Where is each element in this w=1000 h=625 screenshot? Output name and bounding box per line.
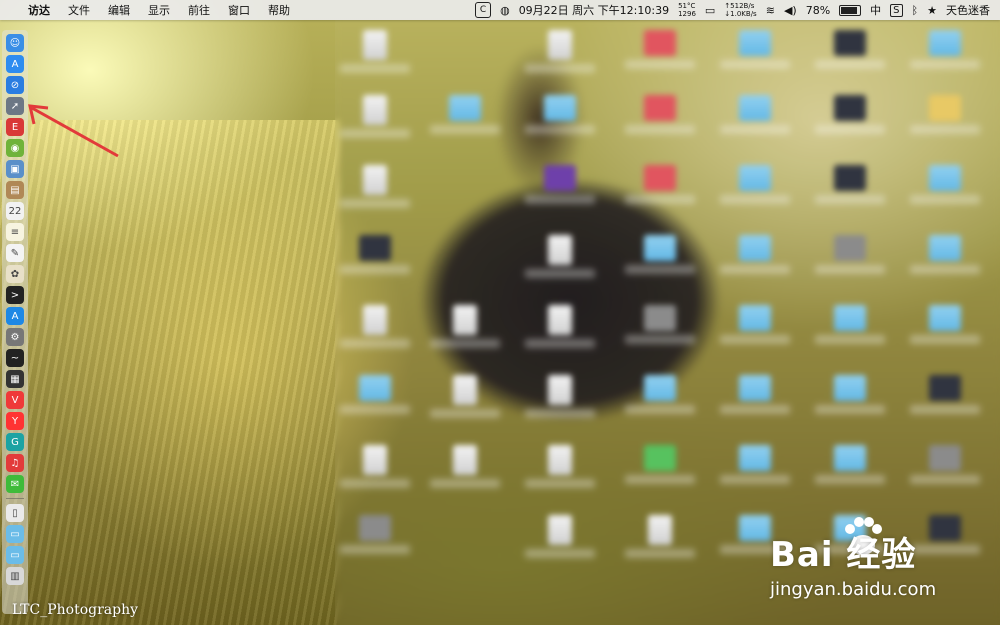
finder-icon[interactable]: ☺ — [6, 34, 24, 52]
menu-go[interactable]: 前往 — [188, 2, 210, 18]
user-name[interactable]: 天色迷香 — [946, 2, 990, 18]
photos-icon[interactable]: ✿ — [6, 265, 24, 283]
app-teal-icon[interactable]: G — [6, 433, 24, 451]
console-icon[interactable]: ▦ — [6, 370, 24, 388]
yandex-icon[interactable]: Y — [6, 412, 24, 430]
cpu-temp-widget[interactable]: 51°C 1296 — [678, 2, 696, 18]
calendar-icon[interactable]: 22 — [6, 202, 24, 220]
menu-window[interactable]: 窗口 — [228, 2, 250, 18]
app-store-icon[interactable]: A — [6, 55, 24, 73]
baidu-watermark: Bai 经验 jingyan.baidu.com — [770, 515, 990, 620]
activity-monitor-icon[interactable]: ~ — [6, 349, 24, 367]
volume-icon[interactable]: ◀) — [784, 4, 797, 17]
app-store-blue-icon[interactable]: A — [6, 307, 24, 325]
folder-stack-icon[interactable]: ▭ — [6, 525, 24, 543]
safari-icon[interactable]: ⊘ — [6, 76, 24, 94]
android-icon[interactable]: ◉ — [6, 139, 24, 157]
notes-brown-icon[interactable]: ▤ — [6, 181, 24, 199]
cpu-temp-text: 51°C — [678, 2, 696, 10]
photo-credit-watermark: LTC_Photography — [12, 602, 139, 618]
preview-icon[interactable]: ▣ — [6, 160, 24, 178]
s-app-icon[interactable]: S — [890, 3, 903, 17]
terminal-icon[interactable]: > — [6, 286, 24, 304]
battery-icon[interactable] — [839, 4, 862, 16]
datetime-text[interactable]: 09月22日 周六 下午12:10:39 — [519, 2, 669, 18]
notes-icon[interactable]: ≡ — [6, 223, 24, 241]
textedit-icon[interactable]: ✎ — [6, 244, 24, 262]
app-red-icon[interactable]: E — [6, 118, 24, 136]
c-app-icon[interactable]: C — [475, 2, 492, 18]
annotation-arrow — [28, 104, 119, 158]
netease-music-icon[interactable]: ♫ — [6, 454, 24, 472]
display-icon[interactable]: ▭ — [705, 4, 715, 17]
star-icon[interactable]: ★ — [927, 4, 937, 17]
net-down-text: ↓1.0KB/s — [724, 10, 757, 18]
arrow-shaft — [31, 106, 119, 158]
menu-bar: 访达 文件 编辑 显示 前往 窗口 帮助 C ◍ 09月22日 周六 下午12:… — [0, 0, 1000, 20]
baidu-url-text: jingyan.baidu.com — [770, 579, 937, 600]
bluetooth-icon[interactable]: ᛒ — [912, 4, 919, 17]
menu-help[interactable]: 帮助 — [268, 2, 290, 18]
launchpad-icon[interactable]: ➚ — [6, 97, 24, 115]
folder-downloads-icon[interactable]: ▭ — [6, 546, 24, 564]
menu-view[interactable]: 显示 — [148, 2, 170, 18]
menu-app-name[interactable]: 访达 — [28, 2, 50, 18]
battery-percent[interactable]: 78% — [806, 4, 830, 17]
menu-edit[interactable]: 编辑 — [108, 2, 130, 18]
wechat-icon[interactable]: ✉ — [6, 475, 24, 493]
ime-indicator[interactable]: 中 — [870, 2, 881, 18]
menu-file[interactable]: 文件 — [68, 2, 90, 18]
document-stack-icon[interactable]: ▯ — [6, 504, 24, 522]
trash-icon[interactable]: ▥ — [6, 567, 24, 585]
net-up-text: ↑512B/s — [724, 2, 755, 10]
system-preferences-icon[interactable]: ⚙ — [6, 328, 24, 346]
baidu-brand-text: Bai 经验 — [770, 535, 917, 575]
dock-separator — [6, 498, 24, 499]
wallpaper-grass — [0, 120, 340, 625]
wifi-icon[interactable]: ≋ — [766, 4, 775, 17]
fan-speed-text: 1296 — [678, 10, 696, 18]
vivaldi-icon[interactable]: V — [6, 391, 24, 409]
network-speed-widget[interactable]: ↑512B/s ↓1.0KB/s — [724, 2, 756, 18]
globe-icon[interactable]: ◍ — [500, 4, 510, 17]
